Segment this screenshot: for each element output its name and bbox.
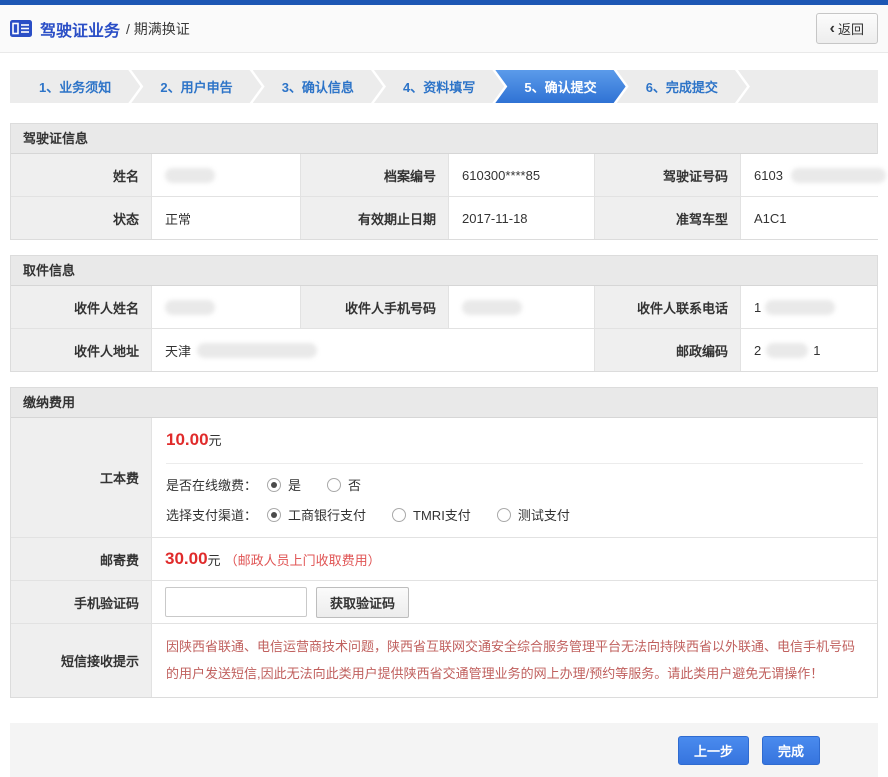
- redacted-recipient-address: [197, 343, 317, 358]
- radio-checked-icon[interactable]: [267, 508, 281, 522]
- radio-checked-icon[interactable]: [267, 478, 281, 492]
- get-code-button[interactable]: 获取验证码: [316, 587, 409, 618]
- name-value: [152, 154, 300, 196]
- redacted-postal-code: [766, 343, 808, 358]
- pickup-info-title: 取件信息: [11, 256, 877, 286]
- recipient-phone-label: 收件人联系电话: [595, 286, 740, 328]
- production-fee-value: 10.00元 是否在线缴费： 是 否 选择支付渠道： 工商银行支付: [152, 418, 877, 537]
- step-5-confirm-submit[interactable]: 5、确认提交: [495, 70, 625, 103]
- file-number-label: 档案编号: [301, 154, 448, 196]
- radio-unchecked-icon[interactable]: [497, 508, 511, 522]
- vehicle-class-value: A1C1: [741, 197, 888, 239]
- back-button[interactable]: ‹ 返回: [816, 13, 878, 44]
- postal-code-label: 邮政编码: [595, 329, 740, 371]
- vehicle-class-label: 准驾车型: [595, 197, 740, 239]
- expiry-value: 2017-11-18: [449, 197, 594, 239]
- recipient-name-value: [152, 286, 300, 328]
- footer-action-bar: 上一步 完成: [10, 723, 878, 777]
- postage-note: （邮政人员上门收取费用）: [225, 550, 381, 569]
- steps-filler: [738, 70, 878, 103]
- online-pay-no-option[interactable]: 否: [327, 475, 361, 494]
- step-2-user-declaration[interactable]: 2、用户申告: [131, 70, 261, 103]
- license-number-label: 驾驶证号码: [595, 154, 740, 196]
- back-button-label: 返回: [838, 19, 864, 38]
- sms-code-row: 获取验证码: [152, 581, 877, 623]
- redacted-recipient-phone: [765, 300, 835, 315]
- redacted-recipient-name: [165, 300, 215, 315]
- sms-code-input[interactable]: [165, 587, 307, 617]
- page-title: 驾驶证业务: [40, 17, 120, 41]
- previous-step-button[interactable]: 上一步: [678, 736, 749, 765]
- step-1-business-notes[interactable]: 1、业务须知: [10, 70, 140, 103]
- redacted-recipient-mobile: [462, 300, 522, 315]
- pay-channel-question: 选择支付渠道：: [166, 505, 257, 524]
- license-info-section: 驾驶证信息 姓名 档案编号 610300****85 驾驶证号码 6103 31…: [10, 123, 878, 240]
- license-card-icon: [10, 20, 32, 37]
- wizard-steps: 1、业务须知 2、用户申告 3、确认信息 4、资料填写 5、确认提交 6、完成提…: [10, 70, 878, 103]
- postal-code-value: 2 1: [741, 329, 877, 371]
- online-pay-question: 是否在线缴费：: [166, 475, 257, 494]
- back-chevron-icon: ‹: [830, 21, 835, 37]
- recipient-address-value: 天津: [152, 329, 594, 371]
- online-pay-yes-option[interactable]: 是: [267, 475, 301, 494]
- expiry-label: 有效期止日期: [301, 197, 448, 239]
- sms-tip-text: 因陕西省联通、电信运营商技术问题，陕西省互联网交通安全综合服务管理平台无法向持陕…: [152, 624, 877, 697]
- online-pay-row: 是否在线缴费： 是 否: [152, 464, 877, 494]
- redacted-license-number: [791, 168, 886, 183]
- channel-tmri-option[interactable]: TMRI支付: [392, 505, 471, 524]
- radio-unchecked-icon[interactable]: [327, 478, 341, 492]
- channel-icbc-option[interactable]: 工商银行支付: [267, 505, 366, 524]
- step-6-complete-submit[interactable]: 6、完成提交: [617, 70, 747, 103]
- file-number-value: 610300****85: [449, 154, 594, 196]
- breadcrumb-current: / 期满换证: [126, 19, 190, 39]
- page-header: 驾驶证业务 / 期满换证 ‹ 返回: [0, 5, 888, 53]
- finish-button[interactable]: 完成: [762, 736, 820, 765]
- license-info-title: 驾驶证信息: [11, 124, 877, 154]
- recipient-mobile-label: 收件人手机号码: [301, 286, 448, 328]
- step-3-confirm-info[interactable]: 3、确认信息: [253, 70, 383, 103]
- postage-value: 30.00元 （邮政人员上门收取费用）: [152, 538, 877, 580]
- name-label: 姓名: [11, 154, 151, 196]
- channel-test-option[interactable]: 测试支付: [497, 505, 570, 524]
- recipient-name-label: 收件人姓名: [11, 286, 151, 328]
- fees-section: 缴纳费用 工本费 10.00元 是否在线缴费： 是 否 选择支付渠道：: [10, 387, 878, 698]
- production-fee-amount: 10.00: [166, 430, 209, 449]
- radio-unchecked-icon[interactable]: [392, 508, 406, 522]
- pay-channel-row: 选择支付渠道： 工商银行支付 TMRI支付 测试支付: [152, 494, 877, 537]
- sms-code-label: 手机验证码: [11, 581, 151, 623]
- status-value: 正常: [152, 197, 300, 239]
- license-number-value: 6103 3163X: [741, 154, 888, 196]
- status-label: 状态: [11, 197, 151, 239]
- recipient-mobile-value: [449, 286, 594, 328]
- recipient-phone-value: 1: [741, 286, 877, 328]
- postage-label: 邮寄费: [11, 538, 151, 580]
- sms-tip-label: 短信接收提示: [11, 624, 151, 697]
- production-fee-amount-row: 10.00元: [152, 418, 877, 463]
- postage-amount: 30.00: [165, 549, 208, 569]
- pickup-info-table: 收件人姓名 收件人手机号码 收件人联系电话 1 收件人地址 天津 邮政编码 2 …: [11, 286, 877, 371]
- redacted-name: [165, 168, 215, 183]
- step-4-fill-data[interactable]: 4、资料填写: [374, 70, 504, 103]
- pickup-info-section: 取件信息 收件人姓名 收件人手机号码 收件人联系电话 1 收件人地址 天津 邮政…: [10, 255, 878, 372]
- license-info-table: 姓名 档案编号 610300****85 驾驶证号码 6103 3163X 状态…: [11, 154, 877, 239]
- production-fee-label: 工本费: [11, 418, 151, 537]
- fees-title: 缴纳费用: [11, 388, 877, 418]
- fees-table: 工本费 10.00元 是否在线缴费： 是 否 选择支付渠道：: [11, 418, 877, 697]
- recipient-address-label: 收件人地址: [11, 329, 151, 371]
